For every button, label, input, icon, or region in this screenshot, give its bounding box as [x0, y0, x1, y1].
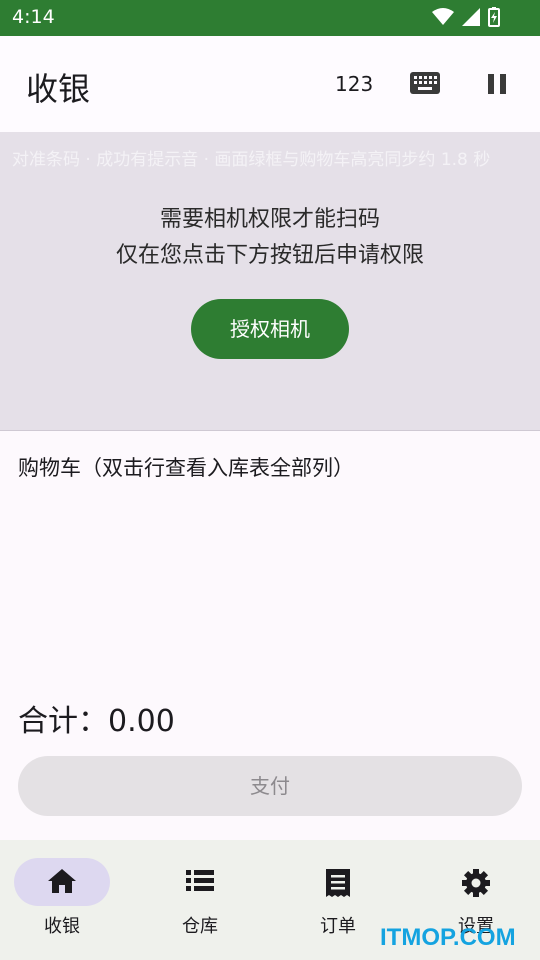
pause-icon [488, 74, 506, 94]
watermark: ITMOP.COM [380, 924, 516, 951]
total-value: 0.00 [108, 704, 175, 739]
cart-total: 合计：0.00 [18, 696, 175, 740]
cell-signal-icon [462, 8, 480, 26]
gear-icon [414, 868, 538, 902]
permission-message-line1: 需要相机权限才能扫码 [159, 207, 380, 232]
scanner-hint: 对准条码 · 成功有提示音 · 画面绿框与购物车高亮同步约 1.8 秒 [12, 150, 491, 170]
battery-icon [488, 7, 500, 27]
nav-label: 收银 [44, 916, 80, 937]
total-label: 合计： [18, 704, 108, 739]
grant-camera-button[interactable]: 授权相机 [191, 299, 349, 359]
nav-label: 仓库 [182, 916, 218, 937]
keyboard-icon [410, 72, 440, 94]
app-bar: 收银 123 [0, 36, 540, 132]
status-time: 4:14 [12, 6, 55, 28]
numeric-input-mode-button[interactable]: 123 [335, 72, 373, 96]
permission-message-line2: 仅在您点击下方按钮后申请权限 [115, 243, 424, 268]
status-icons [432, 7, 500, 27]
receipt-icon [276, 868, 400, 902]
keyboard-button[interactable] [410, 72, 440, 98]
nav-item-warehouse[interactable]: 仓库 [138, 840, 273, 960]
wifi-icon [432, 8, 454, 25]
pay-button[interactable]: 支付 [18, 756, 522, 816]
list-icon [138, 868, 262, 898]
pause-button[interactable] [486, 72, 508, 100]
home-icon [0, 868, 124, 898]
cart-title: 购物车（双击行查看入库表全部列） [18, 456, 354, 480]
scanner-area: 对准条码 · 成功有提示音 · 画面绿框与购物车高亮同步约 1.8 秒 需要相机… [0, 132, 540, 431]
page-title: 收银 [26, 70, 91, 108]
status-bar: 4:14 [0, 0, 540, 36]
permission-message: 需要相机权限才能扫码 仅在您点击下方按钮后申请权限 [0, 202, 540, 274]
nav-item-checkout[interactable]: 收银 [0, 840, 135, 960]
